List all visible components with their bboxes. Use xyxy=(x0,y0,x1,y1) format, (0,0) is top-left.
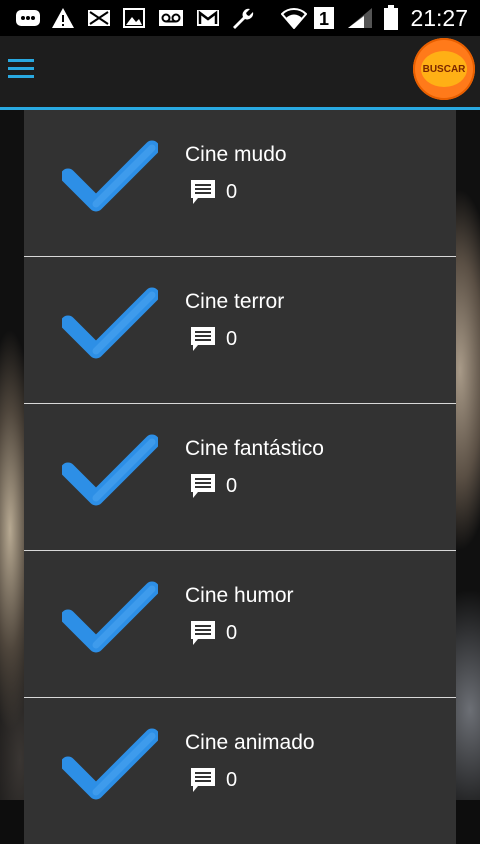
check-icon xyxy=(62,581,158,653)
check-icon xyxy=(62,140,158,212)
bbm-icon xyxy=(14,7,42,29)
comment-count: 0 xyxy=(226,327,238,350)
comment-icon xyxy=(191,620,215,645)
item-title: Cine terror xyxy=(185,290,285,313)
comment-count: 0 xyxy=(226,768,238,791)
clock: 21:27 xyxy=(410,5,468,31)
signal-icon xyxy=(345,7,375,29)
search-button-label: BUSCAR xyxy=(421,51,467,87)
battery-icon xyxy=(382,5,400,30)
status-bar: 1 21:27 xyxy=(0,0,480,36)
item-title: Cine mudo xyxy=(185,143,287,166)
sim-number: 1 xyxy=(319,9,329,29)
check-icon xyxy=(62,728,158,800)
list-item[interactable]: Cine humor 0 xyxy=(24,551,456,698)
comments[interactable]: 0 xyxy=(190,325,237,353)
comment-count: 0 xyxy=(226,621,238,644)
list-item[interactable]: Cine mudo 0 xyxy=(24,110,456,257)
comment-icon xyxy=(191,326,215,351)
hamburger-menu-icon[interactable] xyxy=(8,54,34,86)
wifi-icon xyxy=(280,7,308,29)
comments[interactable]: 0 xyxy=(190,472,237,500)
warning-icon xyxy=(50,7,76,29)
list-item[interactable]: Cine terror 0 xyxy=(24,257,456,404)
list-item[interactable]: Cine animado 0 xyxy=(24,698,456,844)
comment-count: 0 xyxy=(226,180,238,203)
comments[interactable]: 0 xyxy=(190,619,237,647)
image-icon xyxy=(122,7,146,29)
item-title: Cine animado xyxy=(185,731,315,754)
comment-icon xyxy=(191,767,215,792)
check-icon xyxy=(62,287,158,359)
app-bar: BUSCAR xyxy=(0,36,480,110)
category-list: Cine mudo 0 Cine terror 0 Cine fantástic… xyxy=(24,110,456,844)
comments[interactable]: 0 xyxy=(190,178,237,206)
item-title: Cine humor xyxy=(185,584,294,607)
comment-icon xyxy=(191,179,215,204)
mail-x-icon xyxy=(86,7,112,29)
voicemail-icon xyxy=(157,7,185,29)
search-button[interactable]: BUSCAR xyxy=(413,38,475,100)
comments[interactable]: 0 xyxy=(190,766,237,794)
sim-icon: 1 xyxy=(313,7,335,29)
gmail-icon xyxy=(195,7,221,29)
wrench-icon xyxy=(229,7,255,29)
check-icon xyxy=(62,434,158,506)
item-title: Cine fantástico xyxy=(185,437,324,460)
list-item[interactable]: Cine fantástico 0 xyxy=(24,404,456,551)
comment-icon xyxy=(191,473,215,498)
comment-count: 0 xyxy=(226,474,238,497)
